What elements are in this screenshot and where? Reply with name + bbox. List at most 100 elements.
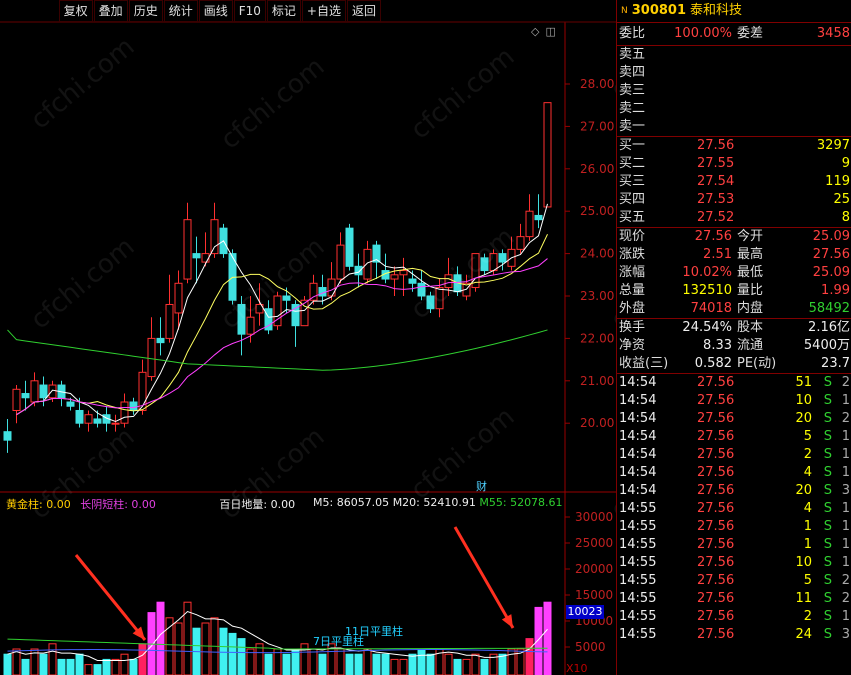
buy-book-volume: 25 — [833, 192, 850, 207]
candle-body — [291, 303, 300, 327]
fund-value: 24.54% — [682, 320, 732, 335]
toolbar-f10-button[interactable]: F10 — [233, 0, 266, 22]
candle-body — [543, 102, 552, 208]
toolbar-fuquan-button[interactable]: 复权 — [58, 0, 93, 22]
price-axis-label: 26.00 — [580, 162, 614, 176]
volume-bar — [48, 643, 57, 675]
tick-row: 14:55 27.56 4 S 1 — [617, 500, 851, 518]
candle-body — [354, 265, 363, 276]
stat-value: 10.02% — [682, 265, 732, 280]
ma-long-line — [7, 329, 548, 371]
buy-book-row: 买三 27.54 119 — [617, 173, 851, 191]
toolbar-back-button[interactable]: 返回 — [346, 0, 381, 22]
vol-m20: M20: 52410.91 — [392, 496, 476, 509]
volume-bar — [237, 638, 246, 675]
tick-count: 2 — [841, 411, 850, 426]
volume-bar — [309, 648, 318, 675]
tick-price: 27.56 — [697, 537, 735, 552]
candle-body — [282, 295, 291, 301]
volume-bar — [426, 653, 435, 675]
window-icon[interactable]: ◫ — [545, 25, 555, 38]
diamond-icon[interactable]: ◇ — [531, 25, 539, 38]
buy-book-price: 27.55 — [697, 156, 735, 171]
tick-count: 1 — [841, 465, 850, 480]
candle-body — [309, 282, 318, 301]
finance-marker[interactable]: 财 — [476, 478, 487, 494]
volume-bar — [363, 648, 372, 675]
fund-value: 0.582 — [694, 356, 732, 371]
volume-bar — [138, 643, 147, 675]
tick-volume: 24 — [795, 627, 812, 642]
watermark-text: cfchi.com — [215, 52, 330, 155]
volume-bar — [543, 601, 552, 675]
tick-time: 14:55 — [619, 555, 657, 570]
stat-label: 现价 — [619, 229, 646, 244]
buy-book-price: 27.53 — [697, 192, 735, 207]
tick-side: S — [823, 609, 832, 624]
volume-bar — [291, 648, 300, 675]
toolbar-history-button[interactable]: 历史 — [128, 0, 163, 22]
candle-body — [93, 418, 102, 424]
volume-bar — [120, 653, 129, 675]
tick-count: 1 — [841, 393, 850, 408]
n-mark: N — [621, 6, 628, 16]
sell-book-label: 卖一 — [619, 119, 646, 134]
volume-bar — [399, 658, 408, 675]
stat-row: 现价 27.56 今开 25.09 — [617, 228, 851, 246]
ma5-line — [16, 203, 548, 423]
tick-side: S — [823, 555, 832, 570]
volume-bar — [480, 658, 489, 675]
kline-chart-area[interactable]: 28.00 27.00 26.00 25.00 24.00 23.00 22.00 21.00… — [0, 0, 616, 675]
toolbar-add-watchlist-button[interactable]: +自选 — [301, 0, 346, 22]
volume-bar — [318, 653, 327, 675]
candle-body — [12, 388, 21, 411]
candle-body — [75, 409, 84, 424]
toolbar-mark-button[interactable]: 标记 — [266, 0, 301, 22]
tick-volume: 2 — [803, 447, 812, 462]
tick-side: S — [823, 447, 832, 462]
volume-bar — [3, 653, 12, 675]
volume-bar — [156, 601, 165, 675]
volume-bar — [507, 648, 516, 675]
tick-row: 14:54 27.56 20 S 3 — [617, 482, 851, 500]
toolbar-draw-button[interactable]: 画线 — [198, 0, 233, 22]
tick-time: 14:54 — [619, 429, 657, 444]
price-axis-label: 23.00 — [580, 289, 614, 303]
stat-value: 27.56 — [694, 229, 732, 244]
tick-list[interactable]: 14:54 27.56 51 S 2 14:54 27.56 10 S 1 14:54 27.56 20… — [617, 374, 851, 644]
fund-label: 股本 — [737, 320, 764, 335]
volume-bar — [57, 658, 66, 675]
volume-bar — [336, 648, 345, 675]
tick-count: 1 — [841, 429, 850, 444]
tick-volume: 4 — [803, 465, 812, 480]
fund-label: 流通 — [737, 338, 764, 353]
volume-bar — [93, 664, 102, 675]
stat-value: 58492 — [808, 301, 850, 316]
volume-bar — [228, 632, 237, 675]
tick-price: 27.56 — [697, 609, 735, 624]
candle-body — [363, 248, 372, 280]
volume-bar — [39, 653, 48, 675]
stat-value: 25.09 — [812, 265, 850, 280]
toolbar-stats-button[interactable]: 统计 — [163, 0, 198, 22]
tick-price: 27.56 — [697, 465, 735, 480]
toolbar-overlay-button[interactable]: 叠加 — [93, 0, 128, 22]
buy-book-label: 买四 — [619, 192, 646, 207]
sell-book-row: 卖三 — [617, 82, 851, 100]
tick-row: 14:55 27.56 11 S 2 — [617, 590, 851, 608]
tick-price: 27.56 — [697, 483, 735, 498]
fund-label: PE(动) — [737, 356, 777, 371]
candle-body — [48, 384, 57, 399]
tick-row: 14:54 27.56 51 S 2 — [617, 374, 851, 392]
kline-chart-svg[interactable]: 28.0027.0026.0025.0024.0023.0022.0021.00… — [0, 0, 616, 675]
sell-book: 卖五 卖四 卖三 卖二 卖一 — [617, 46, 851, 136]
vol-m55-line — [7, 638, 548, 650]
annotation-arrow-right — [453, 526, 515, 629]
buy-book-row: 买二 27.55 9 — [617, 155, 851, 173]
tick-side: S — [823, 537, 832, 552]
watermark-text: cfchi.com — [25, 232, 140, 335]
candle-body — [399, 270, 408, 276]
stat-label: 最低 — [737, 265, 764, 280]
tick-price: 27.56 — [697, 573, 735, 588]
fundamental-stats: 换手 24.54% 股本 2.16亿 净资 8.33 流通 5400万 收益(三) 0.582 PE… — [617, 319, 851, 373]
